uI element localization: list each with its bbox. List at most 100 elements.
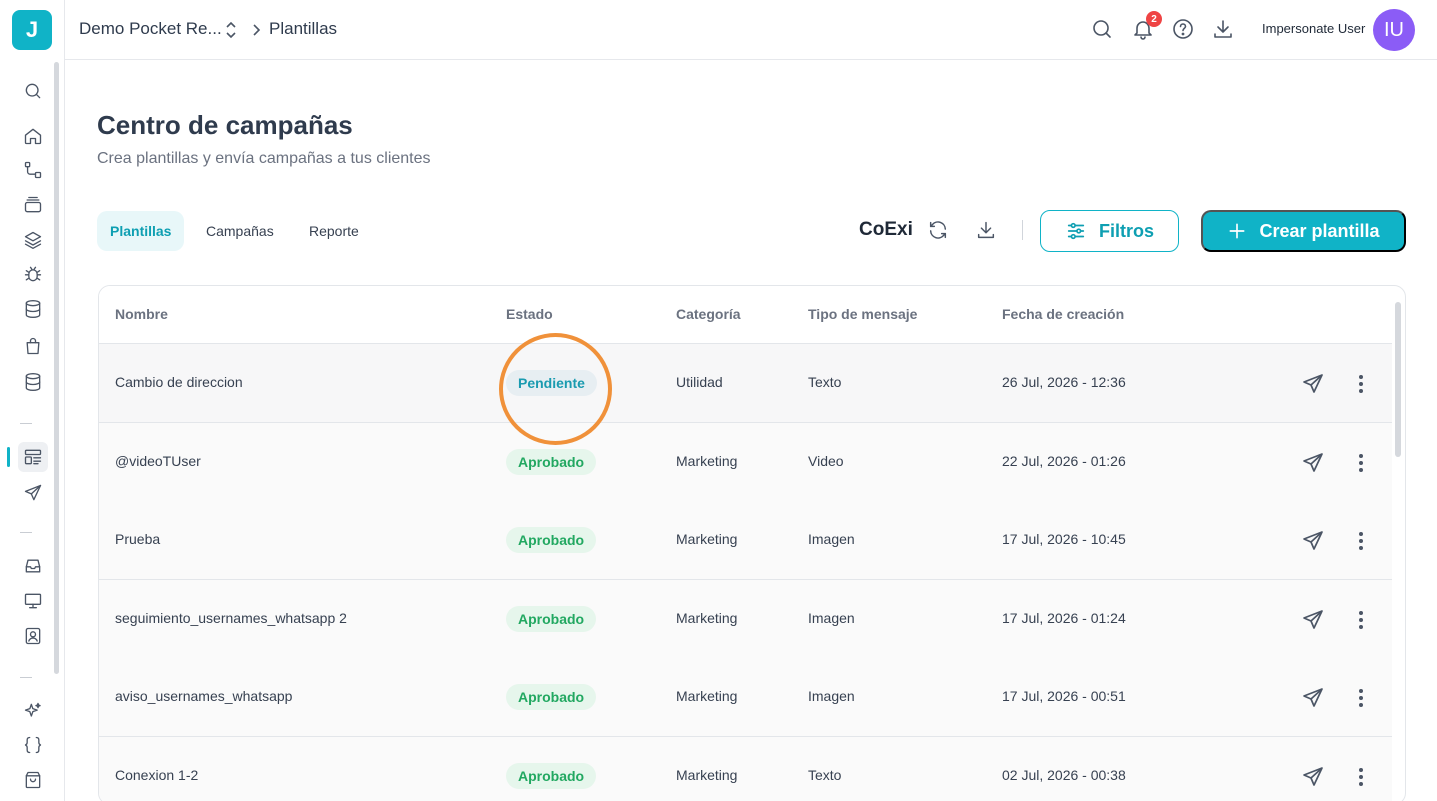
refresh-icon[interactable] [927, 219, 949, 241]
app-logo[interactable]: J [12, 10, 52, 50]
templates-icon[interactable] [18, 442, 48, 472]
toolbar-divider [1022, 220, 1023, 240]
cell-categoria: Marketing [676, 531, 738, 547]
cell-nombre: Conexion 1-2 [115, 767, 199, 783]
status-badge: Aprobado [506, 763, 597, 789]
cell-nombre: Cambio de direccion [115, 374, 243, 390]
table-header: Nombre Estado Categoría Tipo de mensaje … [99, 286, 1392, 344]
table-scrollbar[interactable] [1395, 302, 1401, 457]
monitor-icon[interactable] [21, 589, 45, 613]
page-subtitle: Crea plantillas y envía campañas a tus c… [97, 150, 431, 167]
download-icon[interactable] [975, 219, 997, 241]
cell-fecha: 17 Jul, 2026 - 01:24 [1002, 610, 1126, 626]
table-row[interactable]: aviso_usernames_whatsapp Aprobado Market… [99, 658, 1392, 737]
cell-tipo: Texto [808, 767, 842, 783]
create-template-button[interactable]: Crear plantilla [1201, 210, 1406, 252]
more-vertical-icon[interactable] [1351, 608, 1371, 632]
impersonate-user-label[interactable]: Impersonate User [1262, 21, 1365, 36]
more-vertical-icon[interactable] [1351, 372, 1371, 396]
tab-plantillas[interactable]: Plantillas [97, 211, 185, 251]
avatar[interactable]: IU [1373, 9, 1415, 51]
cell-nombre: @videoTUser [115, 453, 201, 469]
database-alt-icon[interactable] [21, 370, 45, 394]
home-icon[interactable] [21, 124, 45, 148]
table-row[interactable]: Cambio de direccion Pendiente Utilidad T… [99, 344, 1392, 423]
search-icon[interactable] [1090, 17, 1114, 41]
cell-fecha: 17 Jul, 2026 - 00:51 [1002, 688, 1126, 704]
status-badge: Aprobado [506, 449, 597, 475]
chevron-right-icon [250, 21, 262, 39]
sidebar-scrollbar[interactable] [54, 62, 59, 674]
more-vertical-icon[interactable] [1351, 765, 1371, 789]
cell-categoria: Marketing [676, 453, 738, 469]
tab-reporte[interactable]: Reporte [296, 211, 372, 251]
cell-fecha: 17 Jul, 2026 - 10:45 [1002, 531, 1126, 547]
table-row[interactable]: @videoTUser Aprobado Marketing Video 22 … [99, 423, 1392, 502]
page-title: Centro de campañas [97, 110, 353, 140]
cell-tipo: Imagen [808, 610, 855, 626]
cell-tipo: Video [808, 453, 844, 469]
send-icon[interactable] [1301, 686, 1325, 710]
filters-button[interactable]: Filtros [1040, 210, 1179, 252]
contact-card-icon[interactable] [21, 624, 45, 648]
sidebar: J [0, 0, 65, 801]
cell-fecha: 26 Jul, 2026 - 12:36 [1002, 374, 1126, 390]
templates-table: Nombre Estado Categoría Tipo de mensaje … [98, 285, 1406, 801]
cell-nombre: Prueba [115, 531, 161, 547]
cell-categoria: Marketing [676, 767, 738, 783]
cell-tipo: Imagen [808, 688, 855, 704]
status-badge: Aprobado [506, 684, 597, 710]
send-icon[interactable] [1301, 372, 1325, 396]
database-icon[interactable] [21, 297, 45, 321]
tab-campanas[interactable]: Campañas [193, 211, 287, 251]
send-icon[interactable] [1301, 451, 1325, 475]
cell-categoria: Marketing [676, 610, 738, 626]
inbox-stack-icon[interactable] [21, 193, 45, 217]
more-vertical-icon[interactable] [1351, 451, 1371, 475]
more-vertical-icon[interactable] [1351, 686, 1371, 710]
sliders-icon [1067, 222, 1085, 240]
column-header-fecha: Fecha de creación [1002, 306, 1125, 322]
column-header-categoria: Categoría [676, 306, 741, 322]
account-label: CoExi [859, 219, 913, 240]
status-badge: Aprobado [506, 606, 597, 632]
cell-fecha: 22 Jul, 2026 - 01:26 [1002, 453, 1126, 469]
send-icon[interactable] [1301, 529, 1325, 553]
cell-tipo: Texto [808, 374, 842, 390]
table-row[interactable]: seguimiento_usernames_whatsapp 2 Aprobad… [99, 580, 1392, 659]
column-header-estado: Estado [506, 306, 553, 322]
bug-icon[interactable] [21, 262, 45, 286]
chevron-up-down-icon[interactable] [224, 20, 238, 40]
breadcrumb-current: Plantillas [269, 19, 338, 38]
send-icon[interactable] [1301, 765, 1325, 789]
cell-fecha: 02 Jul, 2026 - 00:38 [1002, 767, 1126, 783]
cell-nombre: seguimiento_usernames_whatsapp 2 [115, 610, 347, 626]
column-header-tipo: Tipo de mensaje [808, 306, 918, 322]
inbox-icon[interactable] [21, 554, 45, 578]
cell-categoria: Utilidad [676, 374, 723, 390]
sidebar-divider [20, 677, 32, 678]
status-badge: Pendiente [506, 370, 597, 396]
download-icon[interactable] [1211, 17, 1235, 41]
flow-icon[interactable] [21, 158, 45, 182]
store-bag-icon[interactable] [21, 768, 45, 792]
active-indicator [7, 447, 10, 467]
layers-icon[interactable] [21, 228, 45, 252]
cell-tipo: Imagen [808, 531, 855, 547]
status-badge: Aprobado [506, 527, 597, 553]
sidebar-divider [20, 423, 32, 424]
search-icon[interactable] [21, 79, 45, 103]
more-vertical-icon[interactable] [1351, 529, 1371, 553]
sparkles-icon[interactable] [21, 699, 45, 723]
notification-badge: 2 [1146, 11, 1162, 27]
table-row[interactable]: Prueba Aprobado Marketing Imagen 17 Jul,… [99, 501, 1392, 580]
shopping-bag-icon[interactable] [21, 334, 45, 358]
code-braces-icon[interactable] [21, 733, 45, 757]
help-icon[interactable] [1171, 17, 1195, 41]
send-icon[interactable] [21, 481, 45, 505]
send-icon[interactable] [1301, 608, 1325, 632]
logo-letter: J [25, 17, 39, 42]
org-switcher-label[interactable]: Demo Pocket Re... [79, 19, 222, 39]
table-row[interactable]: Conexion 1-2 Aprobado Marketing Texto 02… [99, 737, 1392, 801]
column-header-nombre: Nombre [115, 306, 168, 322]
